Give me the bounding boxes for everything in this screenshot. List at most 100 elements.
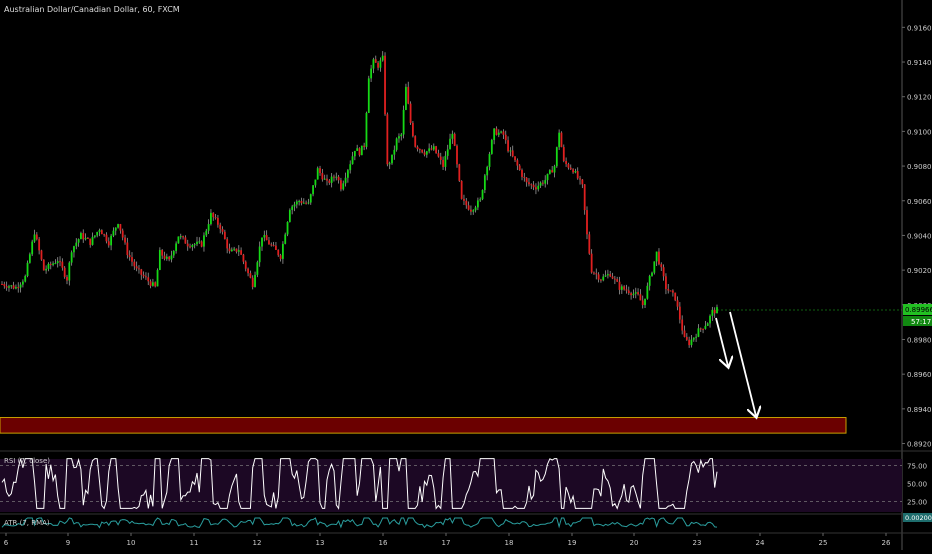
candle	[70, 252, 73, 263]
candle	[277, 249, 280, 256]
short-arrow	[715, 317, 728, 366]
candle	[223, 231, 226, 240]
candle	[59, 261, 61, 263]
candle	[683, 330, 686, 337]
candle	[555, 147, 558, 167]
candle	[435, 146, 438, 154]
x-tick-label: 17	[442, 539, 451, 547]
candle	[500, 131, 503, 133]
candle	[247, 268, 249, 274]
candle	[205, 230, 208, 236]
candle	[644, 298, 646, 306]
candle	[19, 284, 22, 288]
x-tick-label: 23	[693, 539, 702, 547]
candle	[346, 170, 349, 178]
candle	[35, 234, 38, 240]
long-arrow	[729, 311, 756, 416]
candle	[114, 227, 117, 231]
candle	[172, 250, 175, 256]
candle	[432, 146, 435, 150]
candle	[393, 149, 396, 155]
chart-title: Australian Dollar/Canadian Dollar, 60, F…	[4, 5, 180, 14]
support-zone	[0, 417, 847, 434]
candle	[356, 148, 359, 151]
candle	[103, 234, 106, 236]
candle	[370, 68, 373, 79]
x-tick-label: 20	[630, 539, 639, 547]
candle	[117, 224, 119, 228]
candle	[56, 261, 59, 264]
candle	[110, 235, 113, 246]
candle	[314, 179, 317, 186]
candle	[616, 279, 619, 282]
candle	[451, 133, 454, 139]
candle	[233, 248, 236, 250]
candle	[518, 165, 521, 170]
candle	[476, 200, 479, 208]
atr-line	[1, 517, 718, 529]
candle	[295, 201, 298, 205]
rsi-label: RSI (7, close)	[4, 457, 50, 465]
candle	[600, 279, 602, 281]
candle	[365, 112, 368, 147]
candle	[84, 237, 87, 240]
candle	[256, 262, 259, 275]
candle	[639, 294, 642, 301]
y-tick-label: 0.91000	[907, 128, 932, 136]
candle	[66, 276, 68, 281]
y-tick-label: 0.90600	[907, 198, 932, 206]
candle	[12, 285, 15, 289]
candle	[481, 190, 484, 200]
candle	[590, 253, 593, 273]
candle	[340, 180, 342, 190]
candle	[586, 210, 588, 235]
candle	[507, 140, 509, 152]
candle	[567, 164, 570, 168]
candle	[384, 55, 386, 115]
candle	[349, 164, 352, 171]
candle	[133, 261, 136, 267]
x-tick-label: 24	[756, 539, 765, 547]
candle	[228, 248, 231, 252]
candle	[328, 180, 331, 183]
candle	[293, 204, 296, 207]
candle	[353, 150, 356, 157]
candle	[444, 155, 447, 167]
candle	[196, 241, 198, 245]
candle	[688, 339, 691, 346]
candle	[258, 246, 261, 263]
candle	[145, 276, 147, 278]
x-tick-label: 16	[379, 539, 388, 547]
candle	[219, 224, 222, 230]
candle	[249, 273, 252, 278]
candle	[330, 176, 333, 183]
candle	[386, 114, 389, 165]
candle	[613, 278, 616, 280]
candle	[221, 229, 224, 232]
candle	[5, 286, 8, 288]
candle	[681, 319, 684, 331]
y-tick-label: 0.89400	[907, 406, 932, 414]
x-tick-label: 18	[505, 539, 514, 547]
candle	[618, 281, 621, 290]
candle	[704, 325, 707, 329]
candle	[191, 245, 194, 247]
candle	[284, 234, 287, 244]
candle	[158, 249, 161, 270]
candle	[312, 185, 314, 195]
candle	[138, 268, 140, 270]
candle	[33, 234, 36, 242]
candle	[706, 323, 709, 326]
candle	[214, 217, 217, 219]
candle	[38, 239, 41, 251]
y-tick-label: 0.91600	[907, 24, 932, 32]
candle	[344, 177, 347, 184]
candle	[490, 139, 493, 154]
chart-area[interactable]: 0.91600 0.91400 0.91200 0.91000 0.90800 0.906…	[0, 0, 932, 550]
candles	[1, 51, 718, 348]
candle	[623, 286, 626, 290]
candle	[421, 149, 424, 153]
candle	[270, 244, 273, 246]
candle	[24, 276, 27, 282]
candle	[45, 268, 48, 271]
